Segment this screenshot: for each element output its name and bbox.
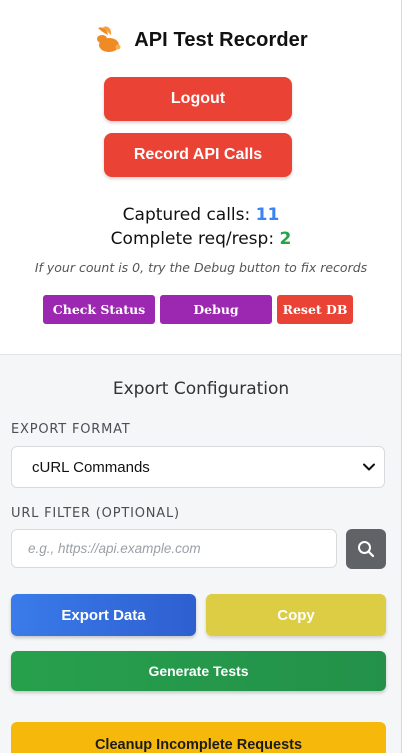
extension-popup: API Test Recorder Logout Record API Call…: [0, 0, 402, 753]
complete-req-resp-count: 2: [279, 229, 292, 249]
captured-calls-count: 11: [255, 205, 280, 225]
popup-header: API Test Recorder: [0, 22, 401, 58]
export-format-select[interactable]: cURL Commands: [11, 446, 385, 488]
url-filter-input[interactable]: e.g., https://api.example.com: [11, 529, 337, 568]
url-filter-label: URL FILTER (OPTIONAL): [11, 506, 180, 521]
app-title: API Test Recorder: [134, 28, 308, 51]
debug-hint: If your count is 0, try the Debug button…: [34, 260, 368, 275]
record-api-calls-button[interactable]: Record API Calls: [104, 133, 292, 177]
captured-calls-stat: Captured calls: 11: [0, 205, 401, 225]
reset-db-button[interactable]: Reset DB: [277, 295, 353, 324]
search-button[interactable]: [346, 529, 386, 569]
search-icon: [358, 541, 375, 558]
captured-calls-label: Captured calls:: [122, 205, 251, 225]
rabbit-logo-icon: [97, 26, 121, 52]
chevron-down-icon: [363, 463, 375, 471]
debug-button[interactable]: Debug: [160, 295, 272, 324]
copy-button[interactable]: Copy: [206, 594, 386, 636]
export-format-label: EXPORT FORMAT: [11, 422, 131, 437]
export-configuration-panel: Export Configuration EXPORT FORMAT cURL …: [0, 354, 401, 753]
export-format-selected: cURL Commands: [32, 458, 150, 476]
complete-req-resp-label: Complete req/resp:: [110, 229, 275, 249]
cleanup-incomplete-requests-button[interactable]: Cleanup Incomplete Requests: [11, 722, 386, 753]
generate-tests-button[interactable]: Generate Tests: [11, 651, 386, 691]
export-configuration-title: Export Configuration: [112, 379, 290, 399]
complete-req-resp-stat: Complete req/resp: 2: [0, 229, 401, 249]
logout-button[interactable]: Logout: [104, 77, 292, 121]
check-status-button[interactable]: Check Status: [43, 295, 155, 324]
export-data-button[interactable]: Export Data: [11, 594, 196, 636]
